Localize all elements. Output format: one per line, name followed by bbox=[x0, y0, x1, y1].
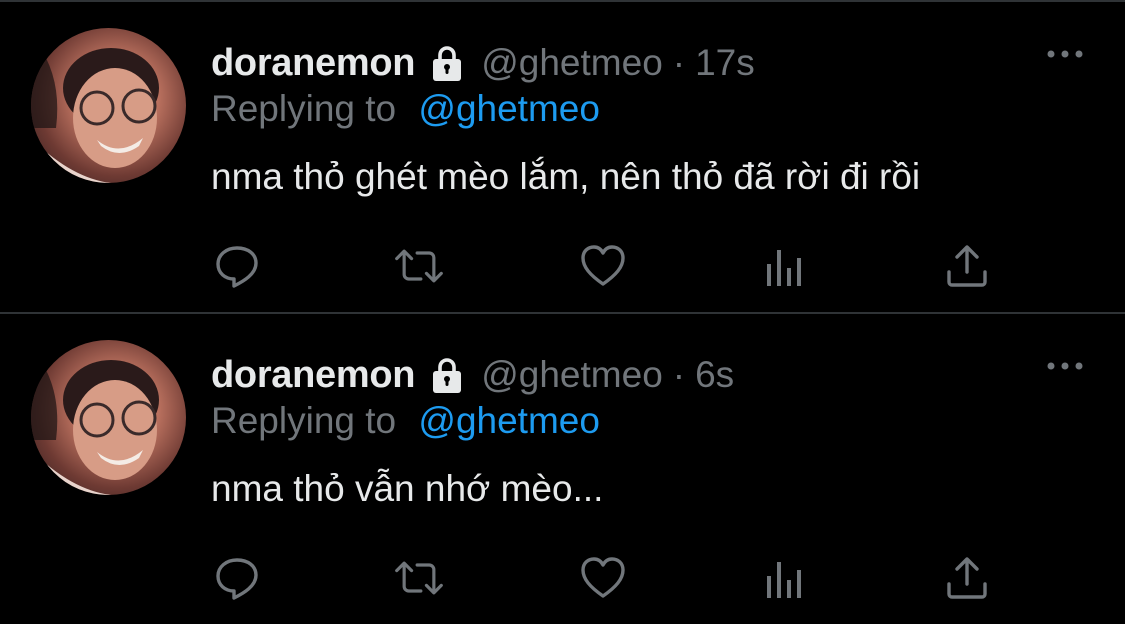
display-name[interactable]: doranemon bbox=[211, 42, 416, 85]
avatar-image bbox=[31, 360, 159, 495]
tweet-text: nma thỏ ghét mèo lắm, nên thỏ đã rời đi … bbox=[211, 156, 921, 197]
reply-button[interactable] bbox=[211, 552, 263, 604]
retweet-button[interactable] bbox=[393, 240, 445, 292]
reply-button[interactable] bbox=[211, 240, 263, 292]
lock-icon bbox=[433, 46, 462, 81]
share-button[interactable] bbox=[941, 240, 993, 292]
tweet-2[interactable]: doranemon @ghetmeo · 6s Replying to @ghe… bbox=[0, 314, 1125, 624]
avatar[interactable] bbox=[31, 340, 186, 495]
handle[interactable]: @ghetmeo bbox=[481, 42, 663, 84]
tweet-1[interactable]: doranemon @ghetmeo · 17s Replying to @gh… bbox=[0, 2, 1125, 312]
replying-to: Replying to @ghetmeo bbox=[211, 88, 600, 130]
analytics-button[interactable] bbox=[759, 552, 811, 604]
more-horizontal-icon[interactable] bbox=[1043, 354, 1087, 378]
share-icon bbox=[947, 557, 987, 599]
like-button[interactable] bbox=[577, 552, 629, 604]
reply-icon bbox=[216, 558, 258, 600]
analytics-button[interactable] bbox=[759, 240, 811, 292]
display-name[interactable]: doranemon bbox=[211, 354, 416, 397]
reply-icon bbox=[216, 246, 258, 288]
reply-mention-link[interactable]: @ghetmeo bbox=[418, 400, 600, 441]
retweet-icon bbox=[395, 249, 443, 283]
tweet-header: doranemon @ghetmeo · 17s bbox=[211, 38, 755, 88]
avatar-image bbox=[31, 48, 159, 183]
separator-dot: · bbox=[672, 354, 686, 395]
tweet-actions bbox=[211, 240, 1001, 292]
timestamp[interactable]: 6s bbox=[695, 354, 734, 396]
share-icon bbox=[947, 245, 987, 287]
replying-to-label: Replying to bbox=[211, 400, 397, 441]
analytics-icon bbox=[767, 562, 801, 598]
replying-to-label: Replying to bbox=[211, 88, 397, 129]
lock-icon bbox=[433, 358, 462, 393]
share-button[interactable] bbox=[941, 552, 993, 604]
separator-dot: · bbox=[672, 42, 686, 83]
retweet-button[interactable] bbox=[393, 552, 445, 604]
retweet-icon bbox=[395, 561, 443, 595]
like-button[interactable] bbox=[577, 240, 629, 292]
reply-mention-link[interactable]: @ghetmeo bbox=[418, 88, 600, 129]
tweet-header: doranemon @ghetmeo · 6s bbox=[211, 350, 734, 400]
timestamp[interactable]: 17s bbox=[695, 42, 755, 84]
analytics-icon bbox=[767, 250, 801, 286]
handle[interactable]: @ghetmeo bbox=[481, 354, 663, 396]
more-horizontal-icon[interactable] bbox=[1043, 42, 1087, 66]
avatar[interactable] bbox=[31, 28, 186, 183]
replying-to: Replying to @ghetmeo bbox=[211, 400, 600, 442]
tweet-text: nma thỏ vẫn nhớ mèo... bbox=[211, 468, 604, 509]
heart-icon bbox=[581, 557, 625, 598]
heart-icon bbox=[581, 245, 625, 286]
tweet-actions bbox=[211, 552, 1001, 604]
